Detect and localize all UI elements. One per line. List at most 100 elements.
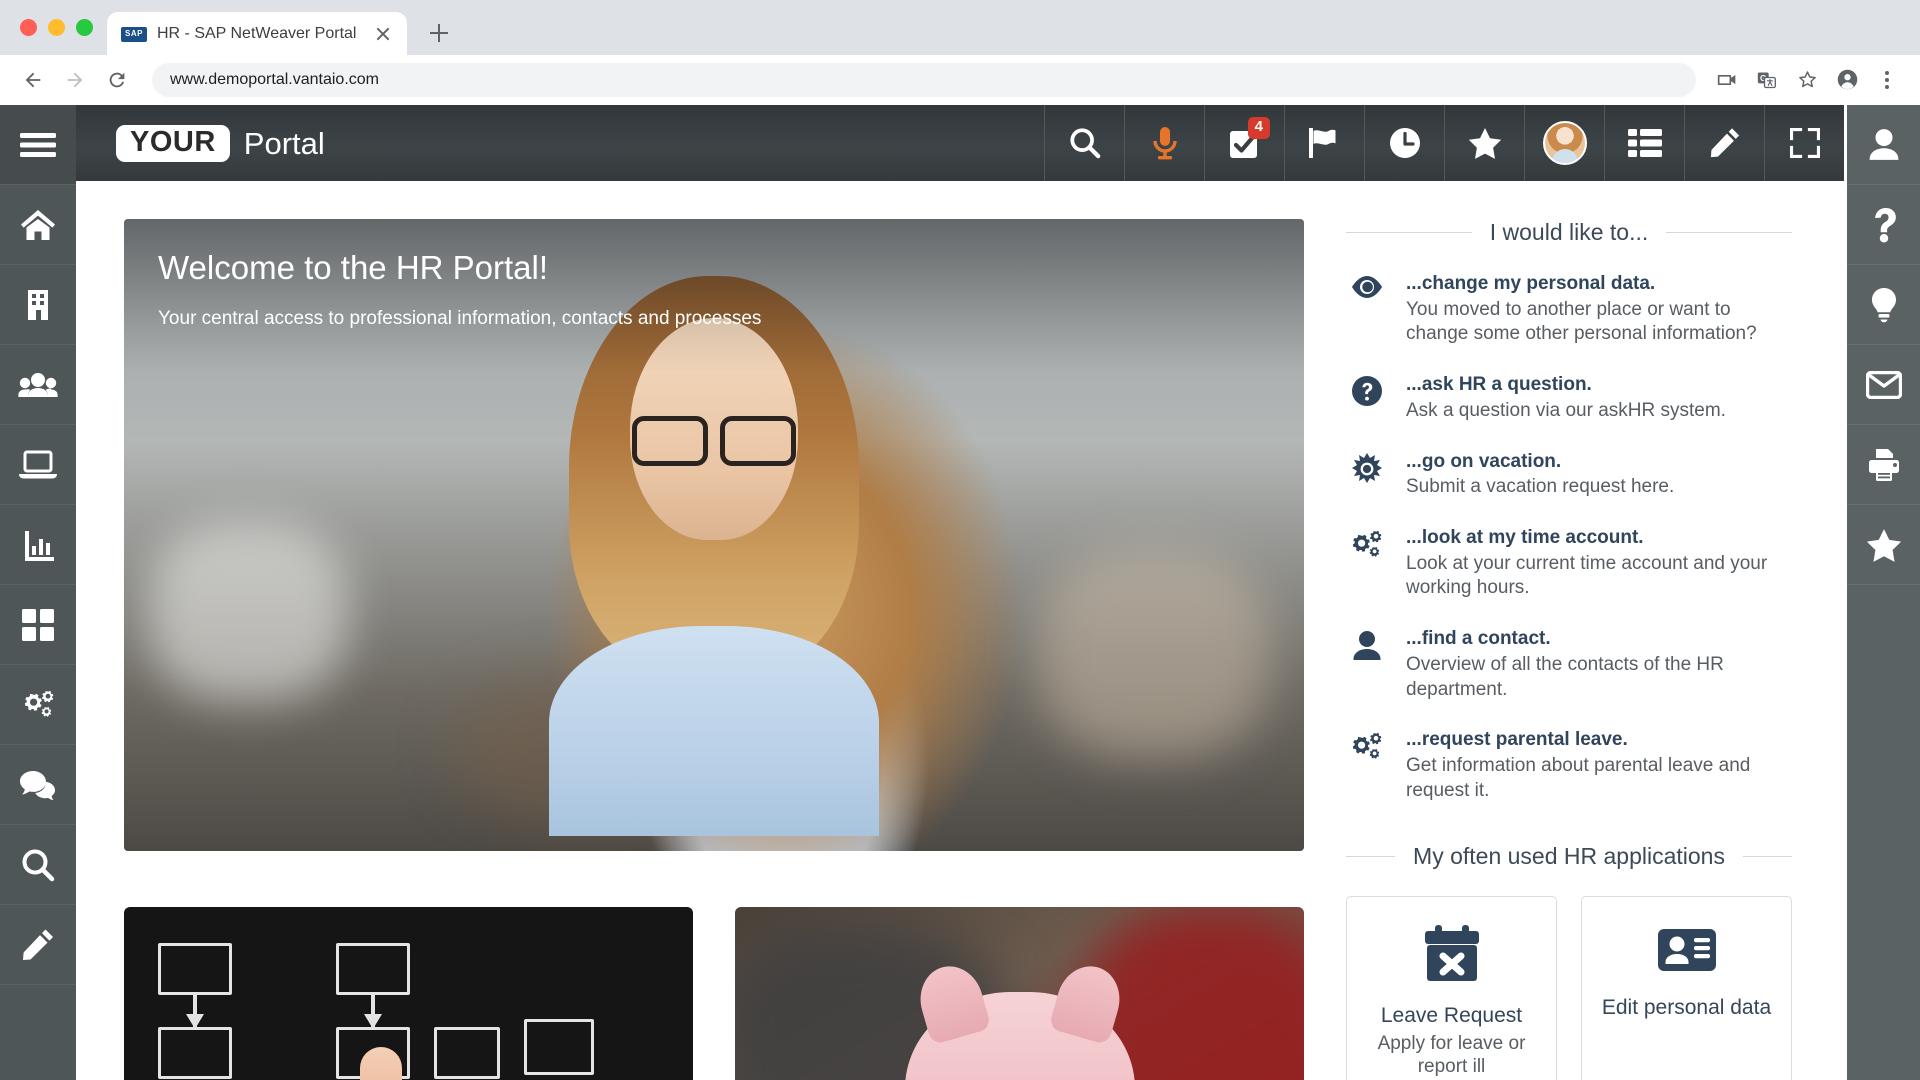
sap-favicon-label: SAP	[125, 29, 143, 38]
right-rail-item-ideas[interactable]	[1847, 265, 1920, 345]
hero-title: Welcome to the HR Portal!	[158, 249, 549, 286]
right-rail-item-mail[interactable]	[1847, 345, 1920, 425]
section-title: I would like to...	[1489, 219, 1649, 245]
want-item-change-personal-data[interactable]: ...change my personal data. You moved to…	[1346, 272, 1792, 347]
sidebar-item-edit[interactable]	[0, 905, 76, 985]
portal-app: YOUR Portal 4 Welcome to the HR Portal! …	[0, 105, 1920, 1080]
question-circle-icon	[1346, 373, 1388, 407]
microphone-icon[interactable]	[1124, 105, 1204, 181]
app-card-title: Leave Request	[1380, 1004, 1523, 1028]
video-camera-icon[interactable]	[1708, 61, 1746, 99]
sidebar-item-workplace[interactable]	[0, 425, 76, 505]
avatar	[1542, 121, 1587, 165]
divider-line	[1742, 856, 1792, 858]
forward-icon[interactable]	[56, 61, 94, 99]
gears-icon	[1346, 526, 1388, 563]
edit-pencil-icon[interactable]	[1684, 105, 1764, 181]
hero-banner[interactable]: Welcome to the HR Portal! Your central a…	[124, 219, 1304, 851]
process-flowchart-tile[interactable]	[124, 907, 693, 1080]
reload-icon[interactable]	[98, 61, 136, 99]
app-card-edit-personal-data[interactable]: Edit personal data	[1581, 896, 1792, 1080]
list-view-icon[interactable]	[1604, 105, 1684, 181]
new-tab-button[interactable]	[421, 15, 457, 51]
right-rail-item-print[interactable]	[1847, 425, 1920, 505]
want-item-time-account[interactable]: ...look at my time account. Look at your…	[1346, 526, 1792, 601]
sidebar-item-apps[interactable]	[0, 585, 76, 665]
hero-blur-left	[147, 522, 348, 703]
want-item-ask-hr[interactable]: ...ask HR a question. Ask a question via…	[1346, 373, 1792, 423]
chalk-box	[158, 943, 232, 995]
logo-word: Portal	[243, 125, 325, 161]
sidebar-item-settings[interactable]	[0, 665, 76, 745]
favorites-star-icon[interactable]	[1444, 105, 1524, 181]
right-rail-item-profile[interactable]	[1847, 105, 1920, 185]
tab-title: HR - SAP NetWeaver Portal	[157, 25, 357, 42]
left-navigation-rail	[0, 105, 76, 1080]
sidebar-item-search[interactable]	[0, 825, 76, 905]
hero-glasses	[632, 415, 796, 466]
hamburger-menu-icon[interactable]	[0, 105, 76, 185]
window-controls	[14, 0, 107, 55]
portal-content: Welcome to the HR Portal! Your central a…	[76, 181, 1844, 1080]
app-card-leave-request[interactable]: Leave Request Apply for leave or report …	[1346, 896, 1557, 1080]
search-icon[interactable]	[1044, 105, 1124, 181]
want-item-title: ...ask HR a question.	[1406, 374, 1592, 396]
fullscreen-icon[interactable]	[1764, 105, 1844, 181]
sidebar-item-home[interactable]	[0, 185, 76, 265]
hero-shirt	[549, 625, 879, 836]
hero-blur-right	[1038, 547, 1269, 758]
want-item-desc: Get information about parental leave and…	[1406, 755, 1751, 801]
app-cards: Leave Request Apply for leave or report …	[1346, 896, 1792, 1080]
divider-line	[1666, 232, 1792, 233]
logo-badge: YOUR	[116, 124, 230, 162]
gears-icon	[1346, 728, 1388, 765]
close-tab-icon[interactable]	[371, 22, 395, 46]
browser-toolbar: www.demoportal.vantaio.com G	[0, 55, 1920, 105]
piggy-bank-tile[interactable]	[735, 907, 1304, 1080]
portal-center: YOUR Portal 4 Welcome to the HR Portal! …	[76, 105, 1844, 1080]
want-item-body: ...change my personal data. You moved to…	[1406, 272, 1792, 347]
bookmark-star-icon[interactable]	[1788, 61, 1826, 99]
sun-icon	[1346, 450, 1388, 485]
want-item-desc: Overview of all the contacts of the HR d…	[1406, 653, 1724, 700]
maximize-window-button[interactable]	[76, 19, 93, 36]
content-tiles	[124, 907, 1304, 1080]
want-item-body: ...go on vacation. Submit a vacation req…	[1406, 450, 1792, 500]
browser-window: SAP HR - SAP NetWeaver Portal www.demopo…	[0, 0, 1920, 1080]
app-card-desc: Apply for leave or report ill	[1377, 1032, 1526, 1078]
want-item-title: ...request parental leave.	[1406, 729, 1628, 751]
clock-icon[interactable]	[1364, 105, 1444, 181]
want-item-title: ...look at my time account.	[1406, 527, 1644, 548]
translate-icon[interactable]: G	[1748, 61, 1786, 99]
user-avatar-icon[interactable]	[1524, 105, 1604, 181]
want-item-find-a-contact[interactable]: ...find a contact. Overview of all the c…	[1346, 627, 1792, 702]
close-window-button[interactable]	[20, 19, 37, 36]
want-item-parental-leave[interactable]: ...request parental leave. Get informati…	[1346, 728, 1792, 803]
right-rail-item-favorites[interactable]	[1847, 505, 1920, 585]
sidebar-item-people[interactable]	[0, 345, 76, 425]
app-card-title: Edit personal data	[1601, 996, 1772, 1020]
address-bar[interactable]: www.demoportal.vantaio.com	[152, 62, 1696, 97]
task-count-badge: 4	[1247, 117, 1270, 139]
portal-logo[interactable]: YOUR Portal	[76, 105, 1044, 181]
browser-tab[interactable]: SAP HR - SAP NetWeaver Portal	[107, 12, 407, 56]
tasks-checkbox-icon[interactable]: 4	[1204, 105, 1284, 181]
sidebar-item-company[interactable]	[0, 265, 76, 345]
want-item-go-on-vacation[interactable]: ...go on vacation. Submit a vacation req…	[1346, 450, 1792, 500]
side-column: I would like to... ...change my personal…	[1304, 181, 1844, 1080]
sidebar-item-reports[interactable]	[0, 505, 76, 585]
chalk-arrow	[371, 995, 375, 1027]
kebab-menu-icon[interactable]	[1868, 61, 1906, 99]
chalk-box	[336, 943, 410, 995]
piggy-bank	[904, 958, 1135, 1080]
portal-header: YOUR Portal 4	[76, 105, 1844, 181]
toolbar-icons: G	[1708, 61, 1906, 99]
often-used-apps-heading: My often used HR applications	[1346, 843, 1792, 870]
minimize-window-button[interactable]	[48, 19, 65, 36]
right-rail-item-help[interactable]	[1847, 185, 1920, 265]
flag-icon[interactable]	[1284, 105, 1364, 181]
back-icon[interactable]	[14, 61, 52, 99]
sidebar-item-messages[interactable]	[0, 745, 76, 825]
url-text: www.demoportal.vantaio.com	[170, 70, 379, 88]
profile-avatar-icon[interactable]	[1828, 61, 1866, 99]
